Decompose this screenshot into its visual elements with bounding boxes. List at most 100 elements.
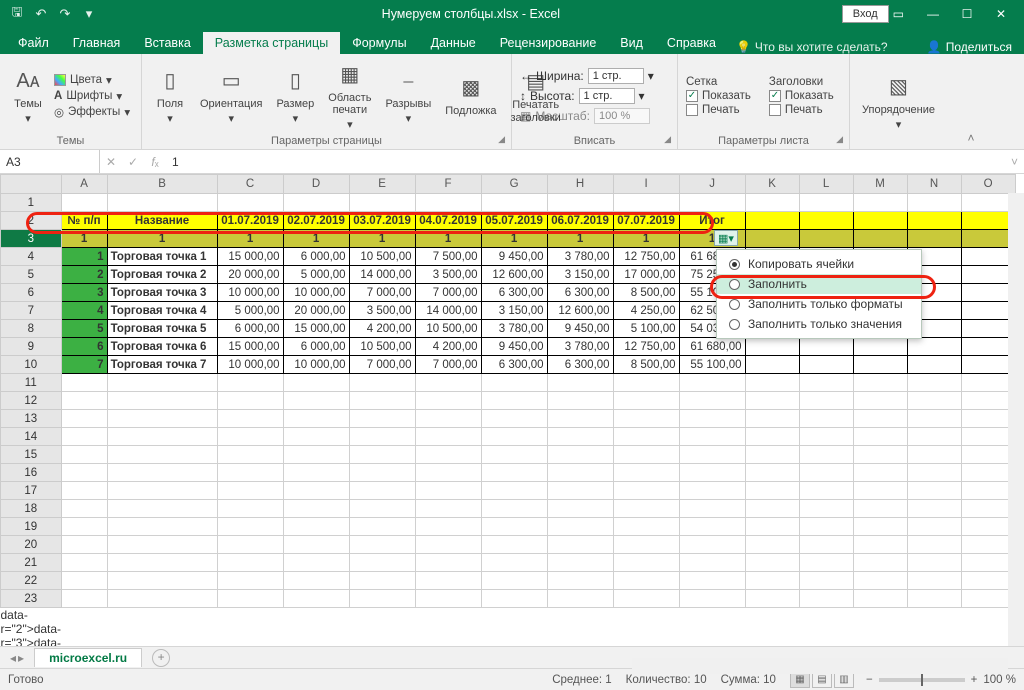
cell[interactable]	[107, 518, 217, 536]
cell[interactable]	[961, 230, 1015, 248]
cell[interactable]	[415, 554, 481, 572]
cell[interactable]	[217, 518, 283, 536]
tab-view[interactable]: Вид	[608, 32, 655, 54]
cell[interactable]	[547, 536, 613, 554]
cell[interactable]	[283, 464, 349, 482]
row-header[interactable]: 17	[1, 482, 62, 500]
row-header[interactable]: 2	[1, 212, 62, 230]
cell[interactable]	[613, 194, 679, 212]
cell[interactable]	[415, 410, 481, 428]
cell[interactable]	[961, 572, 1015, 590]
cell[interactable]	[349, 554, 415, 572]
cell[interactable]	[107, 536, 217, 554]
fx-icon[interactable]: fₓ	[144, 155, 166, 169]
cell[interactable]	[283, 572, 349, 590]
cell[interactable]: 5 100,00	[613, 320, 679, 338]
spreadsheet-grid[interactable]: ABCDEFGHIJKLMNO12№ п/пНазвание01.07.2019…	[0, 174, 1024, 646]
cell[interactable]	[217, 482, 283, 500]
cell[interactable]	[61, 536, 107, 554]
cell[interactable]	[283, 518, 349, 536]
row-header[interactable]: 19	[1, 518, 62, 536]
cell[interactable]: 12 750,00	[613, 248, 679, 266]
cell[interactable]	[961, 356, 1015, 374]
cell[interactable]	[853, 338, 907, 356]
cell[interactable]	[907, 410, 961, 428]
cell[interactable]	[217, 500, 283, 518]
cell[interactable]	[679, 374, 745, 392]
breaks-button[interactable]: ⎯Разрывы▾	[381, 64, 435, 126]
cell[interactable]	[217, 572, 283, 590]
cell[interactable]	[217, 590, 283, 608]
name-box[interactable]: A3	[0, 150, 100, 173]
cell[interactable]	[853, 410, 907, 428]
dialog-launcher-icon[interactable]: ◢	[836, 134, 843, 145]
cell[interactable]	[283, 500, 349, 518]
cell[interactable]: 3	[61, 284, 107, 302]
gridlines-print-checkbox[interactable]	[686, 104, 698, 116]
cell[interactable]	[349, 392, 415, 410]
cell[interactable]	[547, 194, 613, 212]
cell[interactable]: 1	[547, 230, 613, 248]
cell[interactable]	[961, 248, 1015, 266]
cell[interactable]	[853, 536, 907, 554]
undo-icon[interactable]: ↶	[30, 4, 52, 24]
cell[interactable]	[679, 428, 745, 446]
cell[interactable]: 1	[107, 230, 217, 248]
cell[interactable]	[481, 590, 547, 608]
column-header[interactable]: H	[547, 175, 613, 194]
colors-button[interactable]: Цвета ▾	[54, 73, 130, 87]
cell[interactable]	[547, 572, 613, 590]
cell[interactable]	[481, 374, 547, 392]
sheet-tab[interactable]: microexcel.ru	[34, 648, 142, 667]
cell[interactable]	[853, 212, 907, 230]
cell[interactable]	[745, 356, 799, 374]
cell[interactable]: 06.07.2019	[547, 212, 613, 230]
cell[interactable]: 2	[61, 266, 107, 284]
cell[interactable]	[349, 464, 415, 482]
cell[interactable]: 5 000,00	[217, 302, 283, 320]
cell[interactable]	[547, 554, 613, 572]
cell[interactable]	[907, 338, 961, 356]
row-header[interactable]: 10	[1, 356, 62, 374]
cell[interactable]	[217, 446, 283, 464]
cell[interactable]	[679, 410, 745, 428]
cell[interactable]	[799, 230, 853, 248]
cell[interactable]	[415, 536, 481, 554]
cell[interactable]: 10 500,00	[349, 338, 415, 356]
cell[interactable]	[107, 464, 217, 482]
cell[interactable]	[853, 230, 907, 248]
cell[interactable]	[481, 446, 547, 464]
formula-input[interactable]: 1	[166, 155, 1005, 169]
cell[interactable]	[961, 266, 1015, 284]
print-area-button[interactable]: ▦Область печати▾	[324, 58, 375, 132]
cell[interactable]	[907, 230, 961, 248]
cell[interactable]	[107, 410, 217, 428]
cell[interactable]: 6 300,00	[481, 356, 547, 374]
cell[interactable]: 14 000,00	[415, 302, 481, 320]
prev-sheet-icon[interactable]: ◂	[10, 651, 16, 665]
cell[interactable]	[799, 518, 853, 536]
cell[interactable]	[283, 410, 349, 428]
cell[interactable]: 3 500,00	[415, 266, 481, 284]
autofill-copy[interactable]: Копировать ячейки	[717, 254, 921, 274]
cell[interactable]	[853, 428, 907, 446]
cell[interactable]	[107, 482, 217, 500]
cell[interactable]: 03.07.2019	[349, 212, 415, 230]
cell[interactable]	[415, 194, 481, 212]
cell[interactable]	[61, 446, 107, 464]
cell[interactable]: 4	[61, 302, 107, 320]
cell[interactable]	[283, 554, 349, 572]
cell[interactable]	[61, 410, 107, 428]
tab-data[interactable]: Данные	[419, 32, 488, 54]
cell[interactable]: 8 500,00	[613, 356, 679, 374]
collapse-ribbon-icon[interactable]: ˄	[960, 54, 982, 149]
cell[interactable]: 7 000,00	[349, 284, 415, 302]
row-header[interactable]: 14	[1, 428, 62, 446]
cell[interactable]	[679, 464, 745, 482]
cell[interactable]: 1	[481, 230, 547, 248]
column-header[interactable]: B	[107, 175, 217, 194]
cell[interactable]	[481, 428, 547, 446]
cell[interactable]: Итог	[679, 212, 745, 230]
cell[interactable]: 10 000,00	[217, 284, 283, 302]
cell[interactable]: 4 200,00	[349, 320, 415, 338]
